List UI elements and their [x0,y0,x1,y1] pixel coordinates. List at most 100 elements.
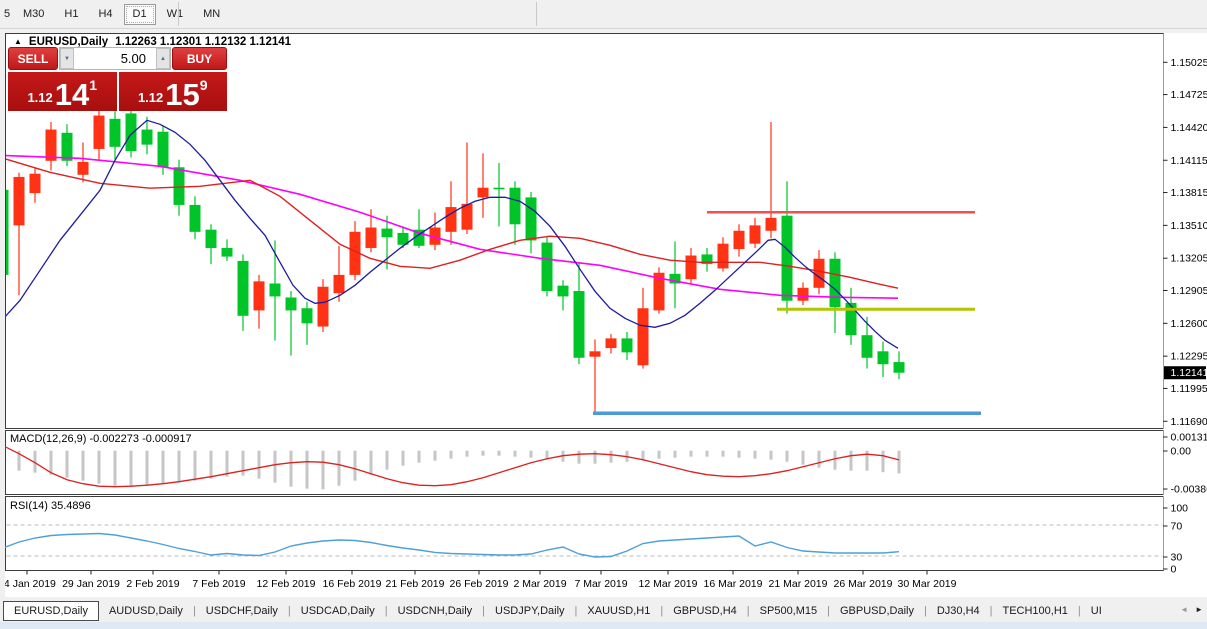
chart-tab-usdcnh-daily[interactable]: USDCNH,Daily [388,602,483,620]
time-axis-label: 2 Mar 2019 [513,578,566,590]
timeframe-button-m30[interactable]: M30 [14,4,53,25]
bid-price-pip-digit: 1 [89,77,97,93]
candle-body [206,230,217,248]
candle-body [798,288,809,301]
candle-body [814,259,825,288]
candle-body [174,167,185,205]
time-axis-label: 24 Jan 2019 [5,578,56,590]
sell-button[interactable]: SELL [8,47,58,70]
candle-body [766,218,777,231]
candle-body [894,362,905,373]
tabs-scroll-right-icon[interactable]: ► [1193,604,1205,615]
macd-axis-label: 0.001313 [1171,432,1207,444]
candle-body [94,116,105,149]
candle-body [302,308,313,323]
volume-spinner: ▼ ▲ [59,47,171,70]
rsi-axis-label: 0 [1171,564,1177,576]
candle-body [46,130,57,161]
macd-indicator-label: MACD(12,26,9) -0.002273 -0.000917 [10,433,192,445]
candle-body [14,177,25,225]
candle-body [526,197,537,240]
candle-body [366,228,377,248]
timeframe-button-h4[interactable]: H4 [89,4,121,25]
chart-window: 1.150251.147251.144201.141151.138151.135… [5,33,1207,597]
candle-body [270,284,281,297]
chart-tab-tech100-h1[interactable]: TECH100,H1 [992,602,1077,620]
time-axis: 24 Jan 201929 Jan 20192 Feb 20197 Feb 20… [5,571,957,591]
toolbar-separator [178,2,179,26]
candle-body [190,205,201,232]
chart-tab-usdcad-daily[interactable]: USDCAD,Daily [291,602,385,620]
candle-body [750,225,761,243]
timeframe-button-5[interactable]: 5 [1,4,12,25]
candle-body [718,244,729,269]
candle-body [542,243,553,291]
volume-decrease-button[interactable]: ▼ [60,48,74,69]
bid-price-prefix: 1.12 [27,90,52,105]
chart-tab-sp500-m15[interactable]: SP500,M15 [750,602,827,620]
rsi-axis-label: 70 [1171,521,1183,533]
timeframe-button-d1[interactable]: D1 [124,4,156,25]
bid-price-tile[interactable]: 1.12 14 1 [8,72,119,111]
chart-tab-audusd-daily[interactable]: AUDUSD,Daily [99,602,193,620]
one-click-trading-panel: SELL ▼ ▲ BUY 1.12 14 1 1.12 15 9 [8,47,227,111]
candle-body [606,338,617,348]
timeframe-button-h1[interactable]: H1 [55,4,87,25]
time-axis-label: 21 Feb 2019 [386,578,445,590]
candle-body [558,286,569,297]
candle-body [318,287,329,327]
chart-tab-eurusd-daily[interactable]: EURUSD,Daily [3,601,99,621]
buy-button[interactable]: BUY [172,47,227,70]
candle-body [126,113,137,151]
panel-collapse-icon[interactable]: ▲ [14,37,22,46]
candle-body [62,133,73,161]
candle-body [478,188,489,198]
candle-body [494,188,505,190]
candle-body [830,259,841,307]
price-axis-label: 1.13815 [1171,187,1207,199]
timeframe-buttons: 5M30H1H4D1W1MN [0,4,230,25]
candle-body [30,174,41,193]
chart-tab-ui[interactable]: UI [1081,602,1107,620]
price-axis-label: 1.12905 [1171,285,1207,297]
chart-tab-usdjpy-daily[interactable]: USDJPY,Daily [485,602,575,620]
rsi-axis-label: 30 [1171,552,1183,564]
tabs-scroll-left-icon[interactable]: ◄ [1178,604,1190,615]
price-axis-label: 1.12295 [1171,351,1207,363]
time-axis-label: 16 Feb 2019 [323,578,382,590]
rsi-indicator-label: RSI(14) 35.4896 [10,500,91,512]
time-axis-label: 21 Mar 2019 [769,578,828,590]
timeframe-toolbar: 5M30H1H4D1W1MN [0,0,1207,29]
current-price-label: 1.12141 [1171,367,1207,379]
macd-axis-label: -0.003862 [1171,484,1207,496]
chart-canvas[interactable]: 1.150251.147251.144201.141151.138151.135… [5,33,1207,597]
timeframe-button-mn[interactable]: MN [194,4,229,25]
chart-tab-usdchf-daily[interactable]: USDCHF,Daily [196,602,288,620]
candle-body [462,204,473,230]
volume-input[interactable] [74,48,156,69]
price-axis-label: 1.15025 [1171,57,1207,69]
timeframe-button-w1[interactable]: W1 [158,4,193,25]
chart-tab-dj30-h4[interactable]: DJ30,H4 [927,602,990,620]
time-axis-label: 16 Mar 2019 [704,578,763,590]
candle-body [254,281,265,310]
candle-body [142,130,153,145]
candle-body [382,229,393,238]
time-axis-label: 7 Mar 2019 [574,578,627,590]
time-axis-label: 12 Feb 2019 [257,578,316,590]
candle-body [158,132,169,168]
chart-tab-gbpusd-h4[interactable]: GBPUSD,H4 [663,602,747,620]
chart-tab-xauusd-h1[interactable]: XAUUSD,H1 [577,602,660,620]
candle-body [734,231,745,249]
price-axis-label: 1.13510 [1171,220,1207,232]
volume-increase-button[interactable]: ▲ [156,48,170,69]
candle-body [574,291,585,358]
ask-price-pip-digit: 9 [200,77,208,93]
time-axis-label: 26 Feb 2019 [450,578,509,590]
candle-body [78,162,89,175]
chart-tab-gbpusd-daily[interactable]: GBPUSD,Daily [830,602,924,620]
candle-body [846,303,857,335]
candle-body [782,216,793,301]
ask-price-tile[interactable]: 1.12 15 9 [119,72,228,111]
candle-body [110,119,121,147]
